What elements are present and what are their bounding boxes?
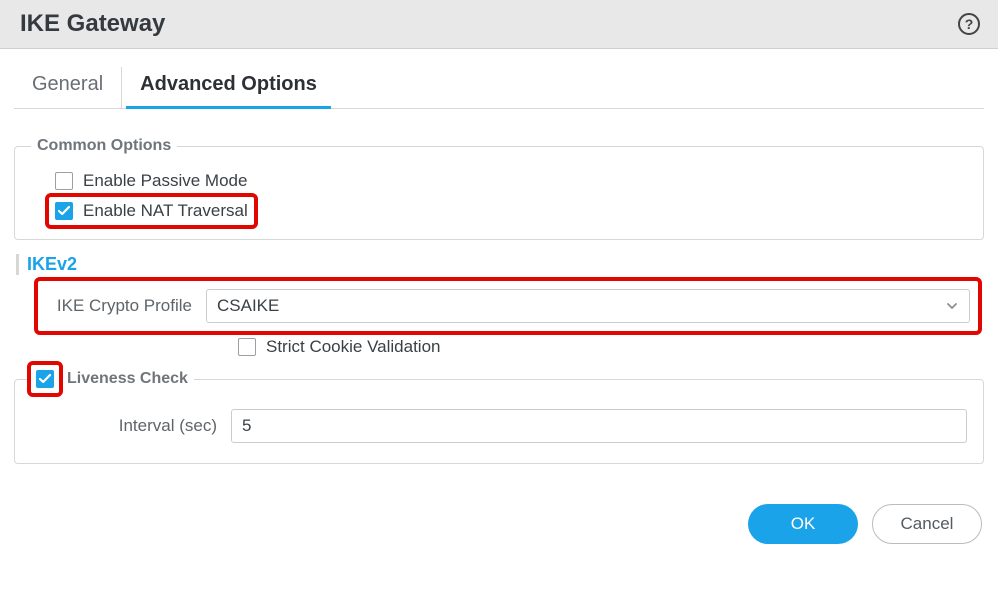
page-title: IKE Gateway xyxy=(20,10,165,38)
ok-button[interactable]: OK xyxy=(748,504,858,544)
liveness-check-legend: Liveness Check xyxy=(67,370,188,388)
nat-traversal-highlight: Enable NAT Traversal xyxy=(49,197,254,225)
liveness-check-group: Liveness Check Interval (sec) xyxy=(14,365,984,464)
passive-mode-checkbox[interactable] xyxy=(55,172,73,190)
liveness-check-checkbox[interactable] xyxy=(36,370,54,388)
liveness-check-highlight xyxy=(31,365,59,393)
common-options-legend: Common Options xyxy=(31,137,177,155)
cancel-button[interactable]: Cancel xyxy=(872,504,982,544)
strict-cookie-label: Strict Cookie Validation xyxy=(266,337,441,357)
dialog-footer: OK Cancel xyxy=(0,474,998,554)
tab-bar: General Advanced Options xyxy=(14,67,984,109)
tab-general[interactable]: General xyxy=(14,67,121,108)
nat-traversal-label: Enable NAT Traversal xyxy=(83,201,248,221)
nat-traversal-checkbox[interactable] xyxy=(55,202,73,220)
help-icon[interactable]: ? xyxy=(958,13,980,35)
tab-advanced-options[interactable]: Advanced Options xyxy=(121,67,335,108)
crypto-profile-label: IKE Crypto Profile xyxy=(46,296,196,316)
crypto-profile-highlight: IKE Crypto Profile CSAIKE xyxy=(38,281,978,331)
crypto-profile-select[interactable]: CSAIKE xyxy=(206,289,970,323)
interval-label: Interval (sec) xyxy=(31,416,221,436)
chevron-down-icon xyxy=(945,299,959,313)
passive-mode-label: Enable Passive Mode xyxy=(83,171,247,191)
common-options-group: Common Options Enable Passive Mode Enabl… xyxy=(14,137,984,240)
ikev2-section-title: IKEv2 xyxy=(16,254,984,275)
strict-cookie-checkbox[interactable] xyxy=(238,338,256,356)
crypto-profile-value: CSAIKE xyxy=(217,296,279,316)
content-area: Common Options Enable Passive Mode Enabl… xyxy=(0,109,998,464)
interval-input[interactable] xyxy=(231,409,967,443)
titlebar: IKE Gateway ? xyxy=(0,0,998,49)
